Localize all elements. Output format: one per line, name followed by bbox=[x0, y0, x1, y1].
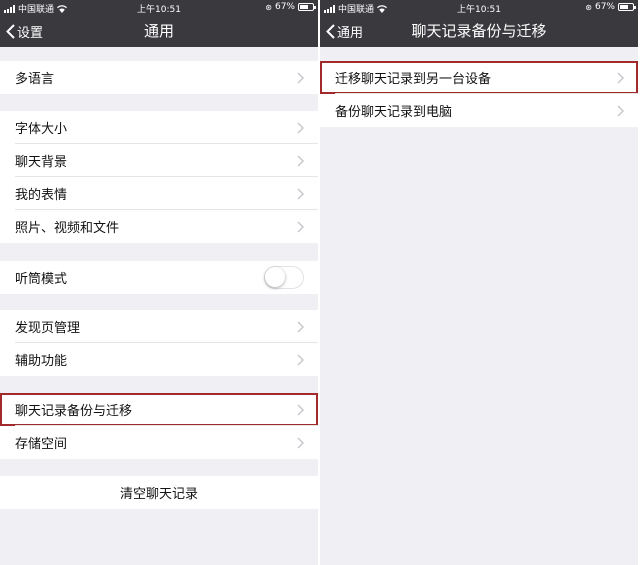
chat-backup-migration-screen: 中国联通 上午10:51 ⊛ 67% 通用 聊天记录备份与迁移 迁移聊天记录到另… bbox=[320, 0, 638, 565]
chevron-right-icon bbox=[297, 436, 304, 449]
settings-group-clear: 清空聊天记录 bbox=[0, 476, 318, 509]
chevron-right-icon bbox=[297, 154, 304, 167]
status-bar: 中国联通 上午10:51 ⊛ 67% bbox=[0, 0, 318, 15]
cell-label: 辅助功能 bbox=[15, 354, 68, 369]
chevron-right-icon bbox=[617, 104, 624, 117]
list-item-discover-management[interactable]: 发现页管理 bbox=[0, 310, 318, 343]
cell-label: 字体大小 bbox=[15, 122, 68, 137]
cell-label: 听筒模式 bbox=[15, 272, 68, 287]
earpiece-mode-toggle[interactable] bbox=[264, 266, 304, 289]
list-item-chat-background[interactable]: 聊天背景 bbox=[0, 144, 318, 177]
settings-group-earpiece: 听筒模式 bbox=[0, 261, 318, 294]
back-label: 通用 bbox=[337, 25, 364, 41]
clear-chat-history-button[interactable]: 清空聊天记录 bbox=[0, 476, 318, 509]
battery-icon bbox=[298, 3, 316, 11]
page-title: 聊天记录备份与迁移 bbox=[411, 22, 547, 40]
settings-group-storage: 聊天记录备份与迁移 存储空间 bbox=[0, 393, 318, 459]
list-item-earpiece-mode: 听筒模式 bbox=[0, 261, 318, 294]
list-item-storage[interactable]: 存储空间 bbox=[0, 426, 318, 459]
list-item-migrate-to-device[interactable]: 迁移聊天记录到另一台设备 bbox=[320, 61, 638, 94]
cell-label: 备份聊天记录到电脑 bbox=[335, 105, 453, 120]
battery-percent: 67% bbox=[594, 2, 615, 12]
page-title: 通用 bbox=[143, 22, 174, 40]
orientation-lock-icon: ⊛ bbox=[585, 2, 592, 12]
chevron-right-icon bbox=[617, 71, 624, 84]
battery-icon bbox=[618, 3, 636, 11]
backup-options-group: 迁移聊天记录到另一台设备 备份聊天记录到电脑 bbox=[320, 61, 638, 127]
settings-group-discover: 发现页管理 辅助功能 bbox=[0, 310, 318, 376]
list-item-chat-backup-migration[interactable]: 聊天记录备份与迁移 bbox=[0, 393, 318, 426]
list-item-my-stickers[interactable]: 我的表情 bbox=[0, 177, 318, 210]
status-bar: 中国联通 上午10:51 ⊛ 67% bbox=[320, 0, 638, 15]
back-label: 设置 bbox=[17, 25, 44, 41]
list-item-accessibility[interactable]: 辅助功能 bbox=[0, 343, 318, 376]
settings-group-display: 字体大小 聊天背景 我的表情 照片、视频和文件 bbox=[0, 111, 318, 243]
orientation-lock-icon: ⊛ bbox=[265, 2, 272, 12]
navigation-bar: 设置 通用 bbox=[0, 15, 318, 47]
cell-label: 多语言 bbox=[15, 72, 55, 87]
chevron-right-icon bbox=[297, 403, 304, 416]
toggle-knob bbox=[265, 267, 285, 287]
chevron-right-icon bbox=[297, 121, 304, 134]
back-button[interactable]: 设置 bbox=[6, 15, 43, 47]
cell-label: 存储空间 bbox=[15, 437, 68, 452]
cell-label: 发现页管理 bbox=[15, 321, 81, 336]
cell-label: 清空聊天记录 bbox=[119, 487, 198, 502]
chevron-right-icon bbox=[297, 187, 304, 200]
cell-label: 照片、视频和文件 bbox=[15, 221, 120, 236]
cell-label: 我的表情 bbox=[15, 188, 68, 203]
list-item-font-size[interactable]: 字体大小 bbox=[0, 111, 318, 144]
settings-group-language: 多语言 bbox=[0, 61, 318, 94]
chevron-right-icon bbox=[297, 320, 304, 333]
navigation-bar: 通用 聊天记录备份与迁移 bbox=[320, 15, 638, 47]
cell-label: 迁移聊天记录到另一台设备 bbox=[335, 72, 492, 87]
cell-label: 聊天背景 bbox=[15, 155, 68, 170]
battery-percent: 67% bbox=[274, 2, 295, 12]
list-item-language[interactable]: 多语言 bbox=[0, 61, 318, 94]
chevron-right-icon bbox=[297, 353, 304, 366]
back-button[interactable]: 通用 bbox=[326, 15, 363, 47]
chevron-right-icon bbox=[297, 71, 304, 84]
chevron-left-icon bbox=[6, 23, 15, 39]
cell-label: 聊天记录备份与迁移 bbox=[15, 404, 133, 419]
chevron-left-icon bbox=[326, 23, 335, 39]
general-settings-screen: 中国联通 上午10:51 ⊛ 67% 设置 通用 多语言 字体大小 聊天背景 我… bbox=[0, 0, 318, 565]
list-item-backup-to-computer[interactable]: 备份聊天记录到电脑 bbox=[320, 94, 638, 127]
list-item-media-files[interactable]: 照片、视频和文件 bbox=[0, 210, 318, 243]
chevron-right-icon bbox=[297, 220, 304, 233]
